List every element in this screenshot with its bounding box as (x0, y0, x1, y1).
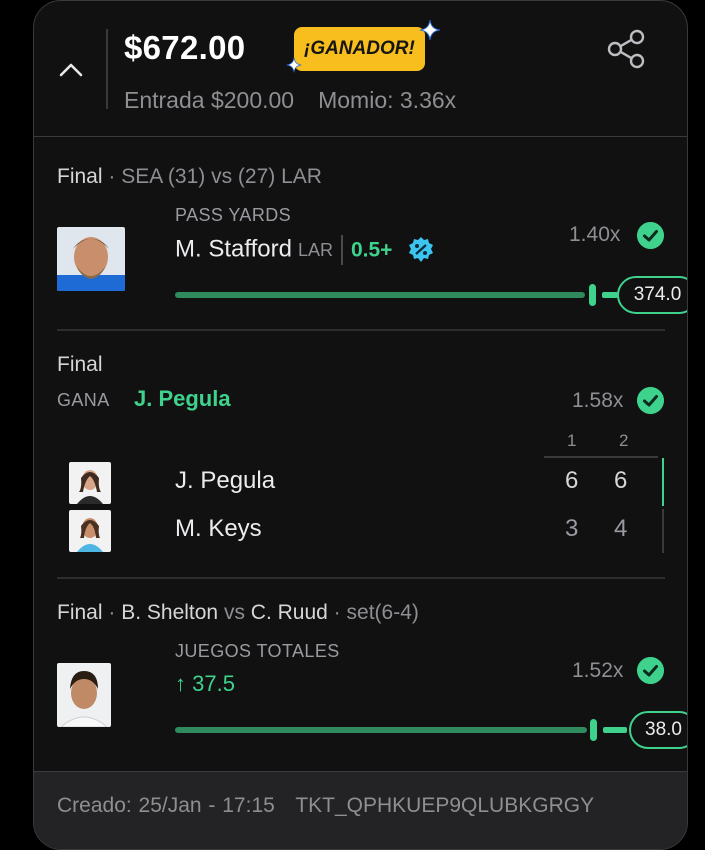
pick-name: J. Pegula (134, 386, 231, 411)
separator (340, 235, 343, 265)
market-label: JUEGOS TOTALES (175, 641, 340, 661)
result-value: 38.0 (629, 711, 687, 749)
created-date: Creado: 25/Jan - 17:15 (57, 794, 275, 817)
odds-value: Momio: 3.36x (318, 87, 457, 113)
leg-stafford[interactable]: Final · SEA (31) vs (27) LAR PASS YARDS … (57, 161, 687, 321)
progress-tail (602, 292, 618, 298)
winner-badge: ¡GANADOR! (294, 27, 425, 71)
result-value: 374.0 (617, 276, 687, 314)
check-circle-icon (637, 387, 664, 414)
chevron-up-icon[interactable] (56, 57, 86, 83)
leg-divider (57, 329, 665, 331)
score-edge (662, 509, 664, 553)
player-avatar (57, 227, 125, 291)
header-divider (106, 29, 108, 109)
player-name: M. Stafford (175, 235, 292, 263)
payout-amount: $672.00 (124, 29, 246, 66)
progress-knob (590, 719, 597, 741)
ticket-id: TKT_QPHKUEP9QLUBKGRGY (295, 794, 595, 817)
entry-amount: Entrada $200.00 (124, 87, 295, 113)
player-two: C. Ruud (250, 601, 328, 624)
leg-pegula[interactable]: Final GANA J. Pegula 1.58x 1 2 J. Pegula… (57, 349, 665, 569)
pick-line: ↑ 37.5 (175, 671, 235, 696)
score-divider (544, 456, 658, 458)
set-score: 6 (614, 467, 628, 494)
discount-badge-icon (409, 237, 434, 262)
sparkle-icon (419, 19, 441, 41)
check-circle-icon (637, 222, 664, 249)
set-score: 6 (565, 467, 579, 494)
multiplier: 1.58x (572, 389, 624, 412)
leg-status: Final (57, 353, 103, 376)
player-avatar (69, 510, 111, 552)
player-avatar (69, 462, 111, 504)
set-info: set(6-4) (346, 601, 419, 624)
progress-tail (603, 727, 627, 733)
pick-line: 0.5+ (350, 238, 393, 262)
matchup: SEA (31) vs (27) LAR (121, 165, 322, 188)
progress-bar (175, 727, 587, 733)
player-name: M. Keys (175, 515, 262, 542)
leg-status: Final (57, 601, 103, 624)
player-line: M. Stafford LAR 0.5+ (175, 235, 435, 265)
set-header: 2 (619, 431, 629, 450)
sparkle-icon (286, 57, 302, 73)
set-header: 1 (567, 431, 577, 450)
set-score: 3 (565, 515, 579, 542)
ticket-header: $672.00 ¡GANADOR! Entrada $200.00 Momio: … (34, 1, 687, 137)
market-label: PASS YARDS (175, 205, 292, 225)
set-score: 4 (614, 515, 628, 542)
progress-knob (589, 284, 596, 306)
multiplier: 1.52x (572, 659, 624, 682)
leg-status: Final (57, 165, 103, 188)
check-circle-icon (637, 657, 664, 684)
progress-bar (175, 292, 585, 298)
leg-context: Final · B. Shelton vs C. Ruud · set(6-4) (57, 601, 419, 624)
ticket-footer: Creado: 25/Jan - 17:15 TKT_QPHKUEP9QLUBK… (34, 771, 687, 849)
ticket-summary: Entrada $200.00 Momio: 3.36x (124, 87, 456, 114)
leg-divider (57, 577, 665, 579)
multiplier: 1.40x (569, 223, 621, 246)
footer-text: Creado: 25/Jan - 17:15 TKT_QPHKUEP9QLUBK… (57, 794, 594, 818)
leg-context: Final · SEA (31) vs (27) LAR (57, 165, 322, 188)
winner-indicator (662, 458, 664, 506)
team-abbr: LAR (297, 240, 333, 261)
player-name: J. Pegula (175, 467, 276, 494)
leg-shelton-ruud[interactable]: Final · B. Shelton vs C. Ruud · set(6-4)… (57, 597, 687, 757)
player-avatar (57, 663, 111, 727)
share-icon[interactable] (604, 27, 648, 71)
bet-ticket-card: $672.00 ¡GANADOR! Entrada $200.00 Momio: … (33, 0, 688, 850)
pick-type-label: GANA (57, 390, 110, 410)
player-one: B. Shelton (121, 601, 219, 624)
vs-text: vs (223, 601, 245, 624)
leg-context: Final (57, 353, 103, 377)
